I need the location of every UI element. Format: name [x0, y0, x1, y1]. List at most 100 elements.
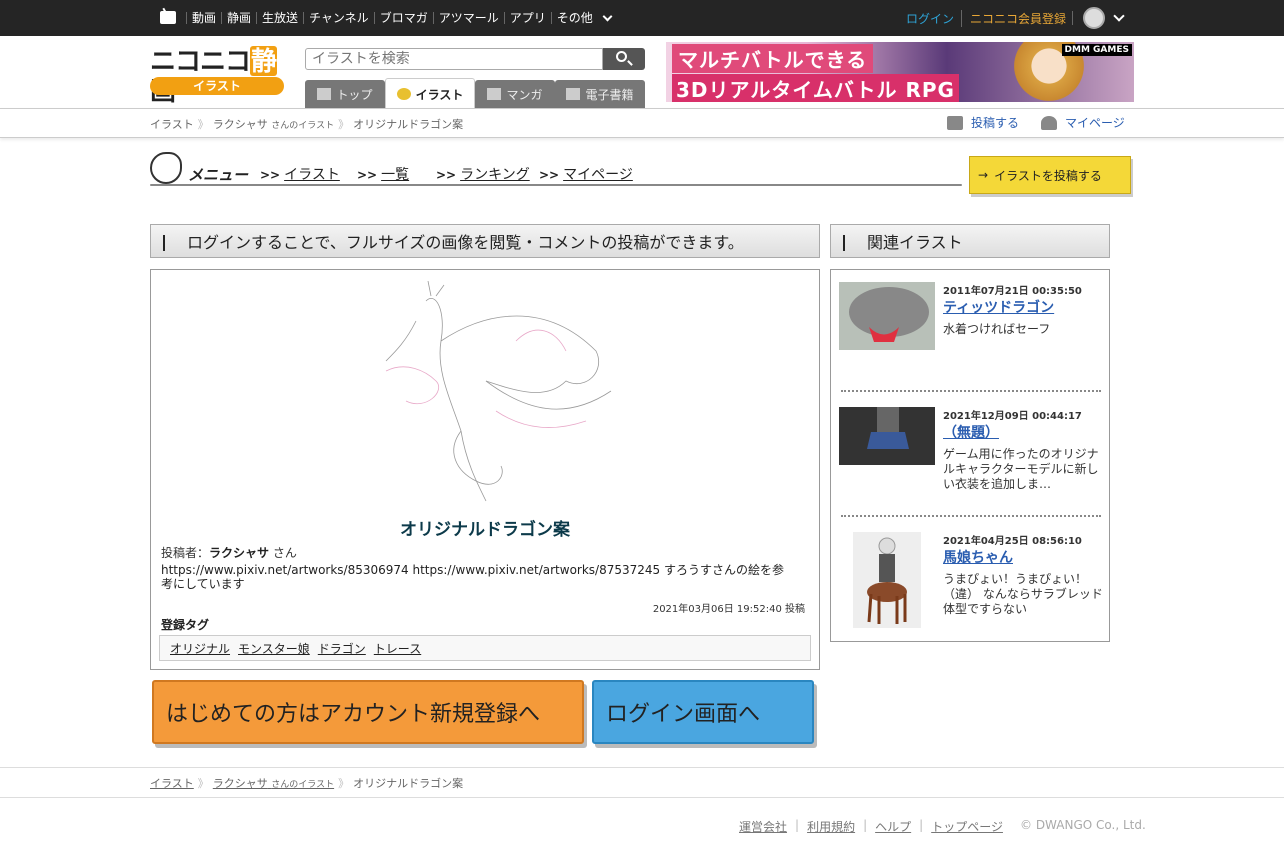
ad-banner[interactable]: マルチバトルできる 3Dリアルタイムバトル RPG DMM GAMES	[666, 42, 1134, 102]
logo-highlight: 静	[250, 46, 277, 76]
tag-item[interactable]: モンスター娘	[238, 640, 310, 657]
mypage-link-label: マイページ	[1065, 116, 1125, 130]
register-button[interactable]: はじめての方はアカウント新規登録へ	[152, 680, 584, 744]
niconico-tv-icon[interactable]	[160, 11, 176, 24]
tags-label: 登録タグ	[161, 618, 210, 632]
author-name[interactable]: ラクシャサ	[209, 546, 269, 560]
related-list: 2011年07月21日 00:35:50 ティッツドラゴン 水着つければセーフ …	[830, 269, 1110, 642]
palette-icon	[396, 88, 411, 100]
post-link-label: 投稿する	[971, 116, 1020, 130]
logo-text: ニコニコ	[150, 46, 251, 76]
thumbnail[interactable]	[839, 407, 935, 465]
post-illust-button[interactable]: → イラストを投稿する	[969, 156, 1131, 194]
tab-label: イラスト	[415, 87, 464, 102]
thumbnail[interactable]	[853, 532, 949, 628]
post-link[interactable]: 投稿する	[947, 114, 1019, 131]
user-icon	[1041, 115, 1057, 130]
related-title[interactable]: 馬娘ちゃん	[943, 547, 1013, 567]
copyright: © DWANGO Co., Ltd.	[1020, 818, 1146, 832]
related-date: 2021年12月09日 00:44:17	[943, 411, 1082, 422]
tag-item[interactable]: ドラゴン	[318, 640, 366, 657]
mypage-link[interactable]: マイページ	[1041, 114, 1125, 131]
divider	[841, 515, 1101, 517]
menu-item-ranking[interactable]: >> ランキング	[436, 164, 530, 184]
nav-live[interactable]: 生放送	[256, 12, 303, 24]
manga-icon	[487, 88, 502, 100]
chevron-down-icon[interactable]	[602, 11, 613, 21]
breadcrumb-root[interactable]: イラスト	[150, 777, 194, 790]
illust-detail: オリジナルドラゴン案 投稿者：ラクシャサ さん https://www.pixi…	[150, 269, 820, 670]
related-header: 関連イラスト	[830, 224, 1110, 258]
tab-ebook[interactable]: 電子書籍	[555, 80, 645, 108]
tab-illust[interactable]: イラスト	[385, 78, 475, 109]
related-date: 2011年07月21日 00:35:50	[943, 286, 1082, 297]
breadcrumb-current: オリジナルドラゴン案	[353, 118, 464, 131]
login-notice: ログインすることで、フルサイズの画像を閲覧・コメントの投稿ができます。	[150, 224, 820, 258]
arrow-right-icon: →	[978, 168, 989, 182]
list-item[interactable]: 2021年04月25日 08:56:10 馬娘ちゃん うまぴょい！うまぴょい！（…	[839, 522, 1103, 640]
nav-seiga[interactable]: 静画	[221, 12, 256, 24]
author-line: 投稿者：ラクシャサ さん	[161, 546, 297, 560]
upload-icon	[947, 115, 963, 130]
search-input[interactable]	[305, 48, 603, 70]
related-title[interactable]: （無題）	[943, 422, 999, 442]
footer-link-help[interactable]: ヘルプ	[875, 818, 911, 835]
post-date: 2021年03月06日 19:52:40 投稿	[652, 604, 805, 615]
tab-manga[interactable]: マンガ	[475, 80, 555, 108]
menu-item-mypage[interactable]: >> マイページ	[539, 164, 633, 184]
breadcrumb-current: オリジナルドラゴン案	[353, 777, 464, 790]
related-date: 2021年04月25日 08:56:10	[943, 536, 1082, 547]
tab-label: トップ	[336, 87, 373, 102]
menu-item-list[interactable]: >> 一覧	[357, 164, 409, 184]
seiga-logo[interactable]: ニコニコ静画 イラスト	[150, 46, 286, 106]
illust-description: https://www.pixiv.net/artworks/85306974 …	[161, 563, 784, 591]
nav-other[interactable]: その他	[550, 12, 598, 24]
thumbnail[interactable]	[839, 282, 935, 350]
tag-list: オリジナル モンスター娘 ドラゴン トレース	[159, 635, 811, 661]
tab-top[interactable]: トップ	[305, 80, 385, 108]
tab-label: マンガ	[506, 87, 543, 102]
palette-icon	[150, 152, 182, 184]
illust-image[interactable]	[366, 281, 616, 507]
menu-item-illust[interactable]: >> イラスト	[260, 164, 340, 184]
breadcrumb-root[interactable]: イラスト	[150, 118, 194, 131]
banner-brand: DMM GAMES	[1061, 44, 1132, 56]
related-caption: うまぴょい！うまぴょい！（違） なんならサラブレッド体型ですらない	[943, 572, 1103, 616]
tab-label: 電子書籍	[585, 87, 634, 102]
post-illust-label: イラストを投稿する	[994, 168, 1102, 183]
tag-item[interactable]: オリジナル	[170, 640, 230, 657]
footer-link-terms[interactable]: 利用規約	[807, 818, 855, 835]
avatar[interactable]	[1083, 7, 1105, 29]
illust-title: オリジナルドラゴン案	[400, 520, 570, 540]
footer-link-top[interactable]: トップページ	[931, 818, 1003, 835]
related-title[interactable]: ティッツドラゴン	[943, 297, 1054, 317]
nav-douga[interactable]: 動画	[186, 12, 221, 24]
footer-link-company[interactable]: 運営会社	[739, 818, 787, 835]
login-button[interactable]: ログイン画面へ	[592, 680, 814, 744]
breadcrumb: イラスト》ラクシャサ さんのイラスト》オリジナルドラゴン案	[150, 777, 464, 790]
list-item[interactable]: 2021年12月09日 00:44:17 （無題） ゲーム用に作ったのオリジナル…	[839, 397, 1103, 515]
breadcrumb-user[interactable]: ラクシャサ さんのイラスト	[213, 777, 334, 790]
tag-item[interactable]: トレース	[374, 640, 421, 657]
divider	[1072, 11, 1073, 25]
register-link[interactable]: ニコニコ会員登録	[961, 10, 1066, 27]
list-item[interactable]: 2011年07月21日 00:35:50 ティッツドラゴン 水着つければセーフ	[839, 272, 1103, 390]
related-caption: ゲーム用に作ったのオリジナルキャラクターモデルに新しい衣装を追加しま…	[943, 447, 1099, 491]
breadcrumb-user-suffix: さんのイラスト	[271, 121, 335, 131]
chevron-down-icon[interactable]	[1113, 10, 1125, 22]
related-caption: 水着つければセーフ	[943, 322, 1051, 336]
home-icon	[317, 88, 332, 100]
footer-links: 運営会社 | 利用規約 | ヘルプ | トップページ	[739, 818, 1003, 835]
banner-headline: マルチバトルできる	[672, 44, 874, 73]
global-nav-bar: 動画 静画 生放送 チャンネル ブロマガ アツマール アプリ その他 ログイン …	[0, 0, 1284, 36]
login-link[interactable]: ログイン	[906, 10, 954, 27]
nav-blomaga[interactable]: ブロマガ	[373, 12, 433, 24]
breadcrumb-user[interactable]: ラクシャサ	[213, 118, 268, 131]
nav-atsumaru[interactable]: アツマール	[432, 12, 504, 24]
search-icon	[616, 51, 627, 62]
banner-subheadline: 3Dリアルタイムバトル RPG	[672, 74, 959, 102]
nav-channel[interactable]: チャンネル	[303, 12, 374, 24]
book-icon	[566, 88, 581, 100]
search-button[interactable]	[603, 48, 645, 70]
nav-app[interactable]: アプリ	[503, 12, 551, 24]
